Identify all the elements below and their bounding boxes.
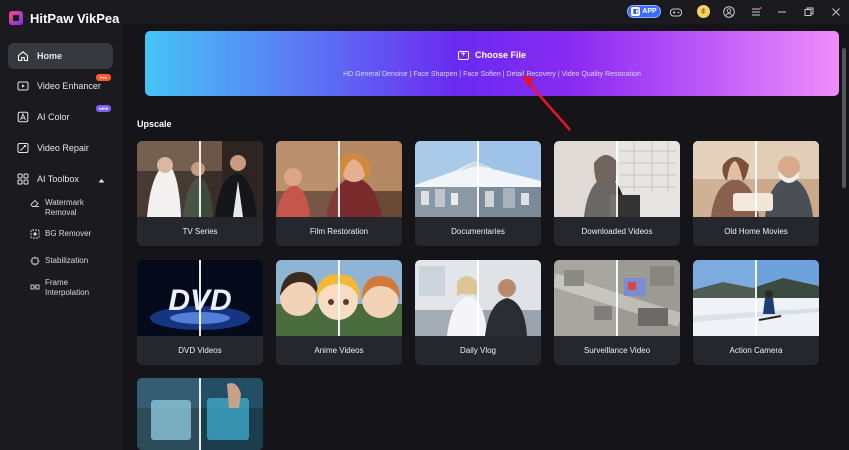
card-label: Downloaded Videos [581, 227, 653, 236]
partial-card-thumbnail [137, 378, 263, 450]
comparison-divider [477, 260, 479, 336]
mobile-app-button[interactable]: ◧ APP [627, 5, 661, 18]
toolbox-item-label: Frame Interpolation [45, 278, 90, 297]
comparison-divider [199, 260, 201, 336]
action-camera-thumbnail [693, 260, 819, 336]
sidebar-item-home[interactable]: Home [8, 43, 113, 69]
sidebar-item-label: AI Toolbox [37, 174, 79, 184]
eraser-icon [30, 198, 40, 208]
card-label: Surveillance Video [583, 346, 651, 355]
feature-list: HD General Denoise | Face Sharpen | Face… [343, 71, 641, 78]
tv-series-thumbnail [137, 141, 263, 217]
preset-card-anime-videos[interactable]: Anime Videos [276, 260, 402, 365]
sidebar-item-video-repair[interactable]: Video Repair [8, 135, 113, 161]
menu-icon[interactable] [748, 4, 764, 20]
preset-card-tv-series[interactable]: TV Series [137, 141, 263, 246]
comparison-divider [199, 378, 201, 450]
sidebar-item-label: Video Enhancer [37, 81, 101, 91]
toolbox-item-label: BG Remover [45, 229, 92, 238]
account-icon[interactable] [721, 4, 737, 20]
gamepad-icon[interactable] [668, 4, 684, 20]
ai-icon: ◧ [631, 7, 641, 16]
choose-file-button[interactable]: Choose File [145, 49, 839, 60]
app-window: HitPaw VikPea ◧ APP ¢ Home Video Enhance… [0, 0, 849, 450]
preset-card-daily-vlog[interactable]: Daily Vlog [415, 260, 541, 365]
toolbox-item-frame-interpolation[interactable]: Frame Interpolation [30, 278, 105, 298]
surveillance-video-thumbnail [554, 260, 680, 336]
main-content: Choose File HD General Denoise | Face Sh… [122, 24, 849, 450]
toolbox-item-label: Watermark Removal [45, 198, 84, 217]
toolbox-item-bg-remover[interactable]: BG Remover [30, 229, 105, 239]
card-label: TV Series [182, 227, 218, 236]
palette-icon [17, 111, 29, 123]
app-title: HitPaw VikPea [30, 11, 120, 26]
comparison-divider [477, 141, 479, 217]
comparison-divider [338, 260, 340, 336]
film-restoration-thumbnail [276, 141, 402, 217]
old-home-movies-thumbnail [693, 141, 819, 217]
sidebar: Home Video Enhancer Pro AI Color NEW Vid… [0, 38, 122, 450]
home-icon [17, 50, 29, 62]
add-folder-icon [457, 49, 469, 60]
section-title: Upscale [137, 119, 172, 129]
toolbox-icon [17, 173, 29, 185]
card-label: Action Camera [729, 346, 783, 355]
card-label: Old Home Movies [724, 227, 788, 236]
daily-vlog-thumbnail [415, 260, 541, 336]
scrollbar-thumb[interactable] [842, 48, 846, 188]
preset-card-old-home-movies[interactable]: Old Home Movies [693, 141, 819, 246]
preset-card-documentaries[interactable]: Documentaries [415, 141, 541, 246]
pro-badge: Pro [96, 74, 111, 81]
new-badge: NEW [96, 105, 111, 112]
choose-file-label: Choose File [474, 50, 526, 60]
card-label: Film Restoration [309, 227, 369, 236]
comparison-divider [755, 260, 757, 336]
sidebar-item-label: AI Color [37, 112, 70, 122]
comparison-divider [755, 141, 757, 217]
coin-icon[interactable]: ¢ [697, 5, 710, 18]
preset-card-action-camera[interactable]: Action Camera [693, 260, 819, 365]
comparison-divider [199, 141, 201, 217]
sidebar-item-label: Video Repair [37, 143, 89, 153]
toolbox-item-watermark-removal[interactable]: Watermark Removal [30, 198, 105, 218]
minimize-icon[interactable] [774, 4, 790, 20]
preset-card-film-restoration[interactable]: Film Restoration [276, 141, 402, 246]
choose-file-dropzone[interactable]: Choose File HD General Denoise | Face Sh… [145, 31, 839, 96]
card-label: DVD Videos [178, 346, 222, 355]
bg-remover-icon [30, 229, 40, 239]
comparison-divider [338, 141, 340, 217]
anime-videos-thumbnail [276, 260, 402, 336]
card-label: Daily Vlog [459, 346, 496, 355]
app-logo-icon [9, 11, 23, 25]
toolbox-item-stabilization[interactable]: Stabilization [30, 256, 105, 266]
preset-card-downloaded-videos[interactable]: Downloaded Videos [554, 141, 680, 246]
frame-interpolation-icon [30, 282, 40, 292]
annotation-arrow-icon [522, 75, 571, 131]
sidebar-item-ai-toolbox[interactable]: AI Toolbox [8, 166, 113, 192]
sidebar-item-label: Home [37, 51, 63, 61]
video-enhancer-icon [17, 80, 29, 92]
card-label: Documentaries [451, 227, 505, 236]
documentaries-thumbnail [415, 141, 541, 217]
app-badge-label: APP [642, 8, 657, 15]
repair-icon [17, 142, 29, 154]
preset-card-partial[interactable] [137, 378, 263, 450]
preset-card-dvd-videos[interactable]: DVD DVD Videos [137, 260, 263, 365]
preset-card-surveillance-video[interactable]: Surveillance Video [554, 260, 680, 365]
stabilization-icon [30, 256, 40, 266]
card-label: Anime Videos [314, 346, 364, 355]
chevron-up-icon [98, 175, 105, 185]
toolbox-item-label: Stabilization [45, 256, 89, 265]
comparison-divider [616, 260, 618, 336]
close-icon[interactable] [828, 4, 844, 20]
downloaded-videos-thumbnail [554, 141, 680, 217]
comparison-divider [616, 141, 618, 217]
dvd-videos-thumbnail: DVD [137, 260, 263, 336]
restore-icon[interactable] [801, 4, 817, 20]
